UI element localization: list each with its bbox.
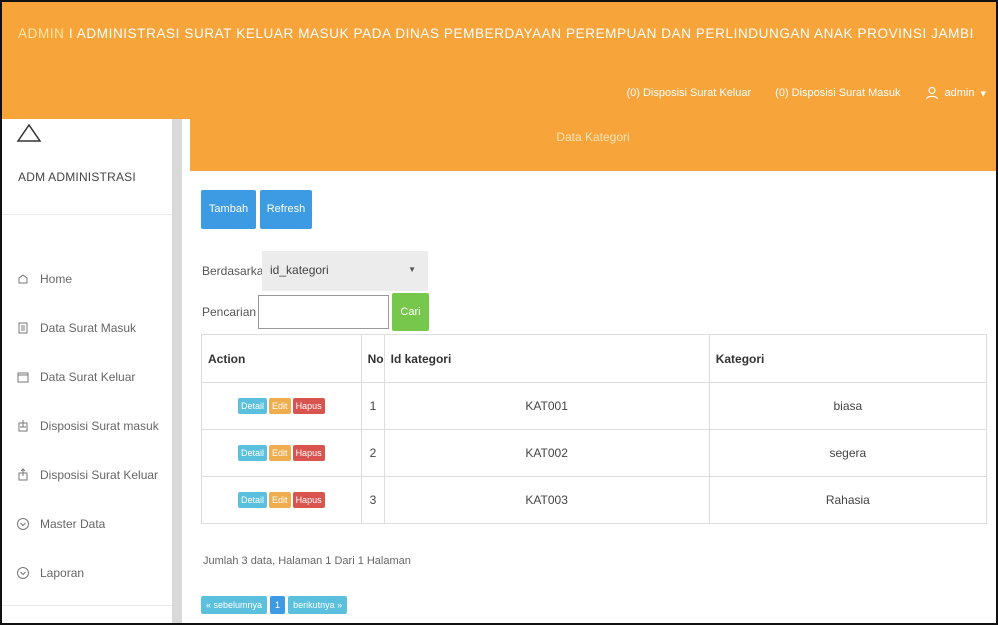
logo-icon: [16, 123, 42, 142]
sidebar-item-label: Data Surat Keluar: [40, 369, 136, 384]
chevron-down-icon: ▾: [980, 87, 986, 100]
table-header-row: Action No Id kategori Kategori: [201, 334, 988, 383]
cell-no: 3: [360, 476, 385, 524]
sidebar-item-master-data[interactable]: Master Data: [16, 499, 159, 548]
row-actions: Detail Edit Hapus: [201, 382, 362, 430]
home-icon: [18, 273, 28, 283]
table-row: Detail Edit Hapus 2 KAT002 segera: [201, 429, 988, 477]
cell-no: 1: [360, 382, 385, 430]
cell-kategori: Rahasia: [708, 476, 988, 524]
cell-id-kategori: KAT001: [383, 382, 710, 430]
cell-id-kategori: KAT003: [383, 476, 710, 524]
folder-icon: [17, 372, 29, 382]
sidebar-item-disposisi-surat-keluar[interactable]: Disposisi Surat Keluar: [16, 450, 159, 499]
cell-kategori: segera: [708, 429, 988, 477]
pagination-summary: Jumlah 3 data, Halaman 1 Dari 1 Halaman: [203, 555, 411, 567]
user-icon: [925, 86, 938, 100]
table-row: Detail Edit Hapus 3 KAT003 Rahasia: [201, 476, 988, 524]
filter-by-select[interactable]: id_kategori ▼: [262, 251, 428, 291]
row-actions: Detail Edit Hapus: [201, 476, 362, 524]
app-title: ADMIN I ADMINISTRASI SURAT KELUAR MASUK …: [18, 26, 974, 41]
edit-button[interactable]: Edit: [269, 398, 291, 414]
search-input[interactable]: [258, 295, 389, 329]
kategori-table: Action No Id kategori Kategori Detail Edi…: [201, 334, 988, 524]
sidebar-brand: ADM ADMINISTRASI: [18, 170, 136, 184]
hapus-button[interactable]: Hapus: [292, 492, 325, 508]
pagination: « sebelumnya 1 berikutnya »: [201, 596, 348, 614]
sidebar-item-data-surat-keluar[interactable]: Data Surat Keluar: [16, 352, 159, 401]
row-actions: Detail Edit Hapus: [201, 429, 362, 477]
tambah-button[interactable]: Tambah: [201, 190, 256, 229]
col-header-action: Action: [201, 334, 362, 383]
table-row: Detail Edit Hapus 1 KAT001 biasa: [201, 382, 988, 430]
sidebar-menu: Home Data Surat Masuk Data Surat Keluar …: [16, 254, 159, 597]
document-icon: [18, 322, 28, 333]
nav-disposisi-keluar[interactable]: (0) Disposisi Surat Keluar: [626, 87, 751, 99]
sidebar-item-label: Master Data: [40, 516, 106, 531]
cell-kategori: biasa: [708, 382, 988, 430]
sidebar-divider: [2, 605, 172, 606]
brand-label: ADMIN: [18, 26, 65, 41]
sidebar-item-label: Home: [40, 271, 73, 286]
sidebar-divider: [2, 214, 172, 215]
sidebar-item-label: Laporan: [40, 565, 85, 580]
col-header-no: No: [360, 334, 385, 383]
chevron-circle-icon: [17, 517, 29, 530]
cari-button[interactable]: Cari: [392, 293, 429, 331]
page-1-button[interactable]: 1: [270, 596, 286, 614]
next-page-button[interactable]: berikutnya »: [288, 596, 348, 614]
panel-title: Data Kategori: [190, 119, 996, 171]
detail-button[interactable]: Detail: [238, 492, 268, 508]
outbox-icon: [18, 467, 28, 480]
app-frame: ADMIN I ADMINISTRASI SURAT KELUAR MASUK …: [0, 0, 998, 625]
user-name: admin: [944, 87, 975, 99]
refresh-button[interactable]: Refresh: [260, 190, 312, 229]
user-menu[interactable]: admin ▾: [925, 86, 986, 100]
top-header: ADMIN I ADMINISTRASI SURAT KELUAR MASUK …: [2, 2, 996, 119]
app-title-text: I ADMINISTRASI SURAT KELUAR MASUK PADA D…: [64, 26, 974, 41]
detail-button[interactable]: Detail: [238, 398, 268, 414]
edit-button[interactable]: Edit: [269, 492, 291, 508]
sidebar-item-data-surat-masuk[interactable]: Data Surat Masuk: [16, 303, 159, 352]
edit-button[interactable]: Edit: [269, 445, 291, 461]
sidebar-scrollbar[interactable]: [172, 119, 182, 623]
sidebar-item-home[interactable]: Home: [16, 254, 159, 303]
search-label: Pencarian: [202, 305, 257, 319]
chevron-circle-icon: [17, 566, 29, 579]
sidebar-item-label: Disposisi Surat masuk: [40, 418, 159, 433]
caret-down-icon: ▼: [408, 265, 416, 274]
col-header-id-kategori: Id kategori: [383, 334, 710, 383]
hapus-button[interactable]: Hapus: [292, 445, 325, 461]
inbox-icon: [18, 419, 28, 431]
col-header-kategori: Kategori: [708, 334, 988, 383]
cell-no: 2: [360, 429, 385, 477]
detail-button[interactable]: Detail: [238, 445, 268, 461]
prev-page-button[interactable]: « sebelumnya: [201, 596, 268, 614]
hapus-button[interactable]: Hapus: [292, 398, 325, 414]
filter-by-value: id_kategori: [270, 263, 329, 277]
sidebar-item-label: Disposisi Surat Keluar: [40, 467, 159, 482]
sidebar-item-label: Data Surat Masuk: [40, 320, 137, 335]
sidebar-item-laporan[interactable]: Laporan: [16, 548, 159, 597]
header-nav: (0) Disposisi Surat Keluar (0) Disposisi…: [626, 86, 986, 100]
cell-id-kategori: KAT002: [383, 429, 710, 477]
sidebar-item-disposisi-surat-masuk[interactable]: Disposisi Surat masuk: [16, 401, 159, 450]
nav-disposisi-masuk[interactable]: (0) Disposisi Surat Masuk: [775, 87, 900, 99]
